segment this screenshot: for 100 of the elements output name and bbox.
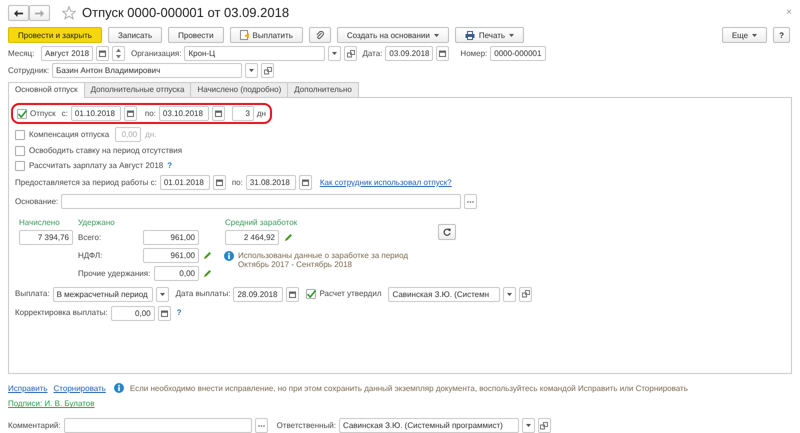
column-heading: Удержано bbox=[78, 218, 116, 228]
calendar-button[interactable] bbox=[436, 46, 450, 62]
date-field[interactable]: 03.10.2018 bbox=[158, 106, 209, 122]
print-button[interactable]: Печать bbox=[454, 27, 524, 44]
tab[interactable]: Основной отпуск bbox=[8, 82, 85, 98]
info-note: Использованы данные о заработке за период Октябрь 2017 - Сентябрь 2018 bbox=[238, 250, 410, 270]
link-icon bbox=[264, 66, 272, 75]
unit-label: дн. bbox=[145, 130, 156, 140]
spinner-icon bbox=[115, 47, 122, 60]
field-label: Сотрудник: bbox=[8, 66, 50, 76]
unit-label: дн bbox=[256, 108, 266, 118]
pencil-icon[interactable] bbox=[284, 232, 293, 242]
date-field[interactable]: 28.09.2018 bbox=[233, 286, 284, 302]
organization-field[interactable]: Крон-Ц bbox=[184, 46, 326, 62]
amount-field[interactable]: 961,00 bbox=[143, 230, 199, 246]
post-close-button[interactable]: Провести и закрыть bbox=[8, 27, 102, 44]
amount-field[interactable]: 7 394,76 bbox=[19, 230, 73, 245]
field-label: Корректировка выплаты: bbox=[15, 308, 108, 318]
checkbox[interactable] bbox=[15, 146, 25, 156]
history-link[interactable]: Как сотрудник использовал отпуск? bbox=[320, 178, 452, 188]
pencil-icon[interactable] bbox=[203, 269, 212, 278]
toolbar-button[interactable]: Провести bbox=[168, 27, 224, 44]
checkbox[interactable] bbox=[306, 289, 316, 300]
refresh-icon bbox=[443, 228, 451, 236]
dropdown-button[interactable] bbox=[522, 418, 535, 433]
calculator-button[interactable] bbox=[158, 306, 171, 321]
calendar-icon bbox=[216, 179, 223, 186]
help-mark[interactable]: ? bbox=[176, 308, 182, 318]
dropdown-button[interactable] bbox=[245, 63, 258, 78]
month-field[interactable]: Август 2018 bbox=[41, 46, 93, 62]
signatures-link[interactable]: Подписи: И. В. Булатов bbox=[8, 399, 94, 409]
days-field[interactable]: 3 bbox=[232, 106, 254, 122]
field-label: Основание: bbox=[15, 196, 58, 206]
checkmark-icon bbox=[306, 290, 316, 298]
calendar-button[interactable] bbox=[212, 106, 225, 122]
field-label: Отпуск bbox=[30, 108, 56, 118]
field-label: Организация: bbox=[131, 49, 182, 59]
amount-field[interactable]: 0,00 bbox=[154, 266, 199, 282]
checkmark-icon bbox=[18, 110, 26, 118]
employee-field[interactable]: Базин Антон Владимирович bbox=[52, 63, 242, 78]
open-button[interactable] bbox=[261, 63, 274, 78]
help-mark[interactable]: ? bbox=[167, 161, 172, 171]
amount-field[interactable]: 2 464,92 bbox=[225, 230, 279, 245]
date-field[interactable]: 31.08.2018 bbox=[246, 175, 296, 190]
field-label: Предоставляется за период работы с: bbox=[15, 178, 157, 188]
pay-button[interactable]: Выплатить bbox=[230, 27, 303, 44]
dots-icon bbox=[467, 200, 474, 203]
payment-field[interactable]: В межрасчетный период bbox=[52, 286, 153, 302]
star-icon[interactable] bbox=[62, 6, 76, 20]
caret-icon bbox=[509, 34, 514, 37]
tab[interactable]: Дополнительные отпуска bbox=[84, 82, 192, 98]
field-label: Всего: bbox=[78, 232, 102, 242]
checkbox[interactable] bbox=[15, 161, 25, 172]
amount-field[interactable]: 961,00 bbox=[143, 248, 199, 264]
caret-icon bbox=[434, 34, 439, 37]
checkbox[interactable] bbox=[17, 108, 27, 119]
caret-icon bbox=[332, 52, 338, 56]
pencil-icon[interactable] bbox=[203, 251, 212, 260]
attach-button[interactable] bbox=[308, 27, 331, 44]
field-label: Ответственный: bbox=[276, 420, 336, 430]
command-link[interactable]: Сторнировать bbox=[54, 384, 106, 394]
number-field[interactable]: 0000-000001 bbox=[490, 46, 546, 62]
field-label: Комментарий: bbox=[8, 420, 61, 430]
tab[interactable]: Дополнительно bbox=[287, 82, 359, 98]
open-button[interactable] bbox=[519, 286, 532, 302]
date-field[interactable]: 03.09.2018 bbox=[385, 46, 434, 62]
tab[interactable]: Начислено (подробно) bbox=[190, 82, 288, 98]
dropdown-button[interactable] bbox=[503, 286, 516, 302]
calendar-button[interactable] bbox=[212, 175, 226, 190]
checkbox[interactable] bbox=[15, 130, 25, 140]
calendar-button[interactable] bbox=[286, 286, 300, 302]
calendar-button[interactable] bbox=[96, 46, 109, 62]
field-label: Дата выплаты: bbox=[176, 289, 230, 299]
calendar-button[interactable] bbox=[124, 106, 137, 122]
dropdown-button[interactable] bbox=[156, 286, 169, 302]
open-button[interactable] bbox=[538, 418, 551, 433]
more-button[interactable]: Еще bbox=[722, 27, 768, 44]
spin-button[interactable] bbox=[112, 46, 125, 62]
info-note: Если необходимо внести исправление, но при этом сохранить данный экземпляр документа, воспользуйтесь командой Исправить или Сторнировать bbox=[130, 384, 688, 394]
link-icon bbox=[522, 290, 530, 298]
date-field[interactable]: 01.10.2018 bbox=[70, 106, 121, 122]
back-button[interactable] bbox=[8, 5, 29, 22]
basis-field[interactable] bbox=[61, 194, 462, 210]
amount-field[interactable]: 0,00 bbox=[110, 306, 155, 321]
refresh-button[interactable] bbox=[438, 224, 456, 240]
dropdown-button[interactable] bbox=[328, 46, 342, 62]
field-label: НДФЛ: bbox=[78, 250, 104, 260]
forward-arrow-icon bbox=[35, 10, 44, 17]
toolbar-button[interactable]: Записать bbox=[108, 27, 162, 44]
comment-field[interactable] bbox=[64, 418, 252, 433]
open-button[interactable] bbox=[344, 46, 358, 62]
help-button[interactable]: ? bbox=[773, 27, 790, 44]
create-based-button[interactable]: Создать на основании bbox=[336, 27, 449, 44]
date-field[interactable]: 01.01.2018 bbox=[160, 175, 210, 190]
column-heading: Средний заработок bbox=[225, 218, 298, 228]
checkbox-label: Освободить ставку на период отсутствия bbox=[29, 146, 182, 156]
calendar-button[interactable] bbox=[298, 175, 312, 190]
responsible-field[interactable]: Савинская З.Ю. (Системный программист) bbox=[338, 418, 519, 433]
approver-field[interactable]: Савинская З.Ю. (Системн bbox=[388, 286, 500, 302]
command-link[interactable]: Исправить bbox=[8, 384, 48, 394]
